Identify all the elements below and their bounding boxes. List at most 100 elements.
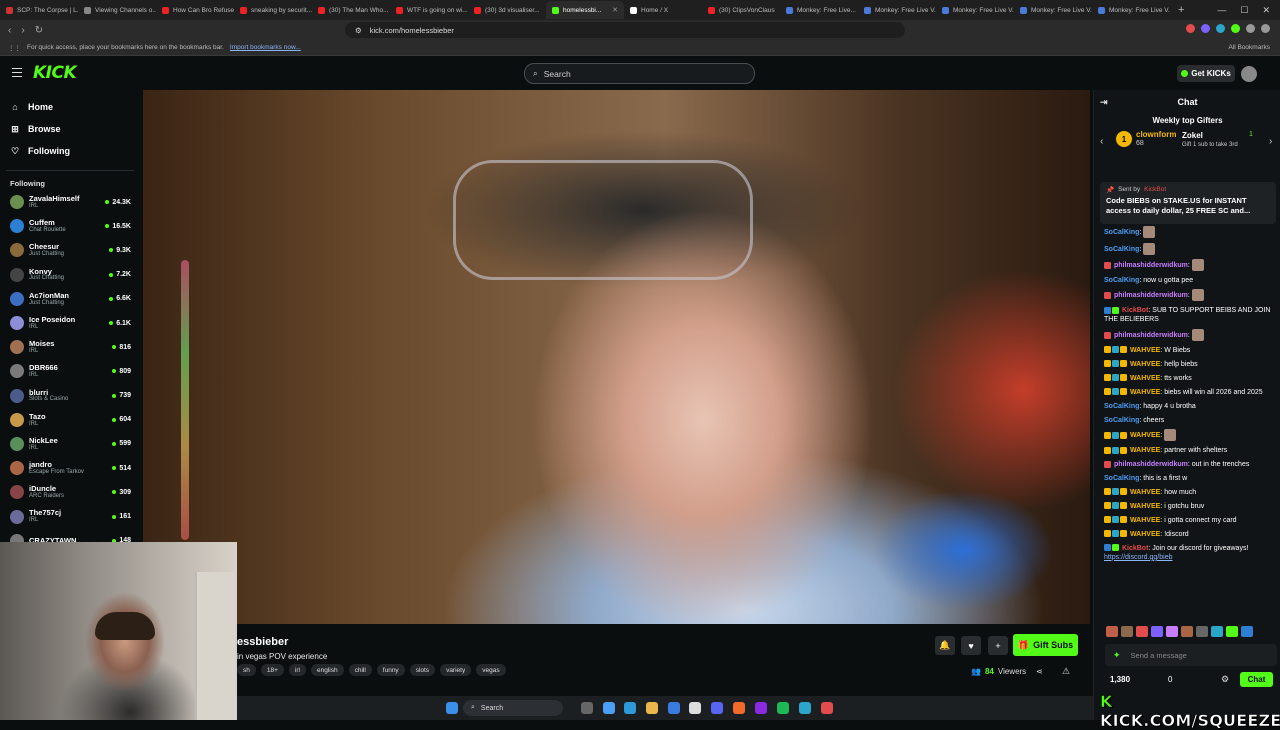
all-bookmarks-button[interactable]: All Bookmarks [1228,44,1280,51]
search-input[interactable]: ⌕ Search [524,63,755,84]
chat-username[interactable]: WAHVEE [1130,389,1160,396]
video-player[interactable] [143,90,1090,624]
task-view-icon[interactable] [581,702,593,714]
forward-icon[interactable]: › [21,25,24,36]
emote-icon[interactable] [1166,626,1178,637]
browser-tab[interactable]: (30) ClipsVonClaus [702,1,780,19]
close-tab-icon[interactable]: ✕ [612,6,618,14]
emote-icon[interactable] [1136,626,1148,637]
sparkle-icon[interactable]: ✦ [1113,650,1121,661]
extension-icon[interactable] [1246,24,1255,33]
chat-username[interactable]: WAHVEE [1130,531,1160,538]
followed-channel[interactable]: blurri Slots & Casino 739 [0,384,140,408]
chat-username[interactable]: WAHVEE [1130,517,1160,524]
emote-icon[interactable] [1226,626,1238,637]
user-avatar[interactable] [1241,66,1257,82]
stream-tag[interactable]: variety [440,664,472,676]
profile-icon[interactable] [1261,24,1270,33]
browser-tab[interactable]: sneaking by securit... [234,1,312,19]
browser-tab[interactable]: Monkey: Free Live... [780,1,858,19]
followed-channel[interactable]: Cuffem Chat Roulette 16.5K [0,214,140,238]
chat-username[interactable]: WAHVEE [1130,375,1160,382]
share-icon[interactable]: ⋖ [1036,667,1043,676]
chat-username[interactable]: WAHVEE [1130,347,1160,354]
copilot-icon[interactable] [603,702,615,714]
app-icon[interactable] [821,702,833,714]
chevron-left-icon[interactable]: ‹ [1100,136,1103,147]
browser-tab[interactable]: Viewing Channels o... [78,1,156,19]
channel-points[interactable]: 1,380 [1110,675,1130,684]
stream-tag[interactable]: sh [237,664,256,676]
get-kicks-button[interactable]: Get KICKs [1177,65,1235,82]
followed-channel[interactable]: Konvy Just Chatting 7.2K [0,263,140,287]
followed-channel[interactable]: CRAZYTAWN 148 [0,529,140,542]
pinned-message[interactable]: 📌 Sent by KickBot Code BIEBS on STAKE.US… [1100,182,1276,224]
emote-icon[interactable] [1181,626,1193,637]
extension-icon[interactable] [1201,24,1210,33]
chat-username[interactable]: SoCalKing [1104,245,1139,252]
stream-tag[interactable]: english [310,664,344,676]
spotify-icon[interactable] [777,702,789,714]
sparkle-icon[interactable]: + [988,636,1008,655]
emote-icon[interactable] [1106,626,1118,637]
chat-username[interactable]: SoCalKing [1104,277,1139,284]
stream-tag[interactable]: funny [376,664,405,676]
chat-username[interactable]: SoCalKing [1104,229,1139,236]
followed-channel[interactable]: Moises IRL 816 [0,335,140,359]
browser-tab[interactable]: Monkey: Free Live V... [936,1,1014,19]
reload-icon[interactable]: ↻ [35,25,43,36]
import-bookmarks-link[interactable]: Import bookmarks now... [230,44,301,51]
menu-icon[interactable] [12,68,22,77]
stream-tag[interactable]: vegas [476,664,506,676]
sidebar-nav-browse[interactable]: ⊞ Browse [0,118,140,140]
chat-username[interactable]: WAHVEE [1130,447,1160,454]
browser-tab[interactable]: Monkey: Free Live V... [858,1,936,19]
new-tab-button[interactable]: + [1170,4,1192,16]
site-info-icon[interactable]: ⚙ [355,26,362,35]
followed-channel[interactable]: Tazo IRL 604 [0,408,140,432]
stream-tag[interactable]: chill [348,664,372,676]
chevron-right-icon[interactable]: › [1269,136,1272,147]
followed-channel[interactable]: Cheesur Just Chatting 9.3K [0,238,140,262]
app-icon[interactable] [799,702,811,714]
browser-tab[interactable]: (30) 3d visualiser... [468,1,546,19]
close-window-icon[interactable]: ✕ [1262,5,1270,16]
followed-channel[interactable]: Ice Poseidon IRL 6.1K [0,311,140,335]
top-gifter-1[interactable]: 1 clownform 68 [1116,130,1176,147]
report-icon[interactable]: ⚠ [1062,666,1070,677]
chat-username[interactable]: philmashidderwidkum [1114,292,1188,299]
emote-icon[interactable] [1211,626,1223,637]
chat-message-input[interactable]: ✦ Send a message [1105,644,1277,666]
chat-username[interactable]: KickBot [1122,545,1148,552]
file-explorer-icon[interactable] [646,702,658,714]
send-chat-button[interactable]: Chat [1240,672,1273,687]
maximize-icon[interactable]: ☐ [1240,5,1248,16]
start-icon[interactable] [446,702,458,714]
chat-username[interactable]: SoCalKing [1104,403,1139,410]
chat-username[interactable]: WAHVEE [1130,503,1160,510]
emote-icon[interactable] [1121,626,1133,637]
channel-name[interactable]: essbieber [237,636,288,648]
notifications-bell-icon[interactable]: 🔔 [935,636,955,655]
chat-username[interactable]: WAHVEE [1130,432,1160,439]
emote-icon[interactable] [1151,626,1163,637]
followed-channel[interactable]: iDuncle ARC Raiders 309 [0,480,140,504]
followed-channel[interactable]: The757cj IRL 161 [0,504,140,528]
extension-icon[interactable] [1216,24,1225,33]
minimize-icon[interactable]: — [1217,5,1226,16]
browser-tab[interactable]: How Can Bro Refuse... [156,1,234,19]
browser-tab[interactable]: WTF is going on wi... [390,1,468,19]
browser-tab[interactable]: Home / X [624,1,702,19]
followed-channel[interactable]: jandro Escape From Tarkov 514 [0,456,140,480]
sidebar-nav-home[interactable]: ⌂ Home [0,96,140,118]
sidebar-nav-following[interactable]: ♡ Following [0,140,140,162]
chat-username[interactable]: KickBot [1122,307,1148,314]
app-icon[interactable] [755,702,767,714]
chat-username[interactable]: SoCalKing [1104,475,1139,482]
url-field[interactable]: ⚙ kick.com/homelessbieber [345,22,905,38]
extension-icon[interactable] [1231,24,1240,33]
extension-icon[interactable] [1186,24,1195,33]
brave-icon[interactable] [733,702,745,714]
browser-tab[interactable]: (30) The Man Who... [312,1,390,19]
chat-username[interactable]: SoCalKing [1104,417,1139,424]
